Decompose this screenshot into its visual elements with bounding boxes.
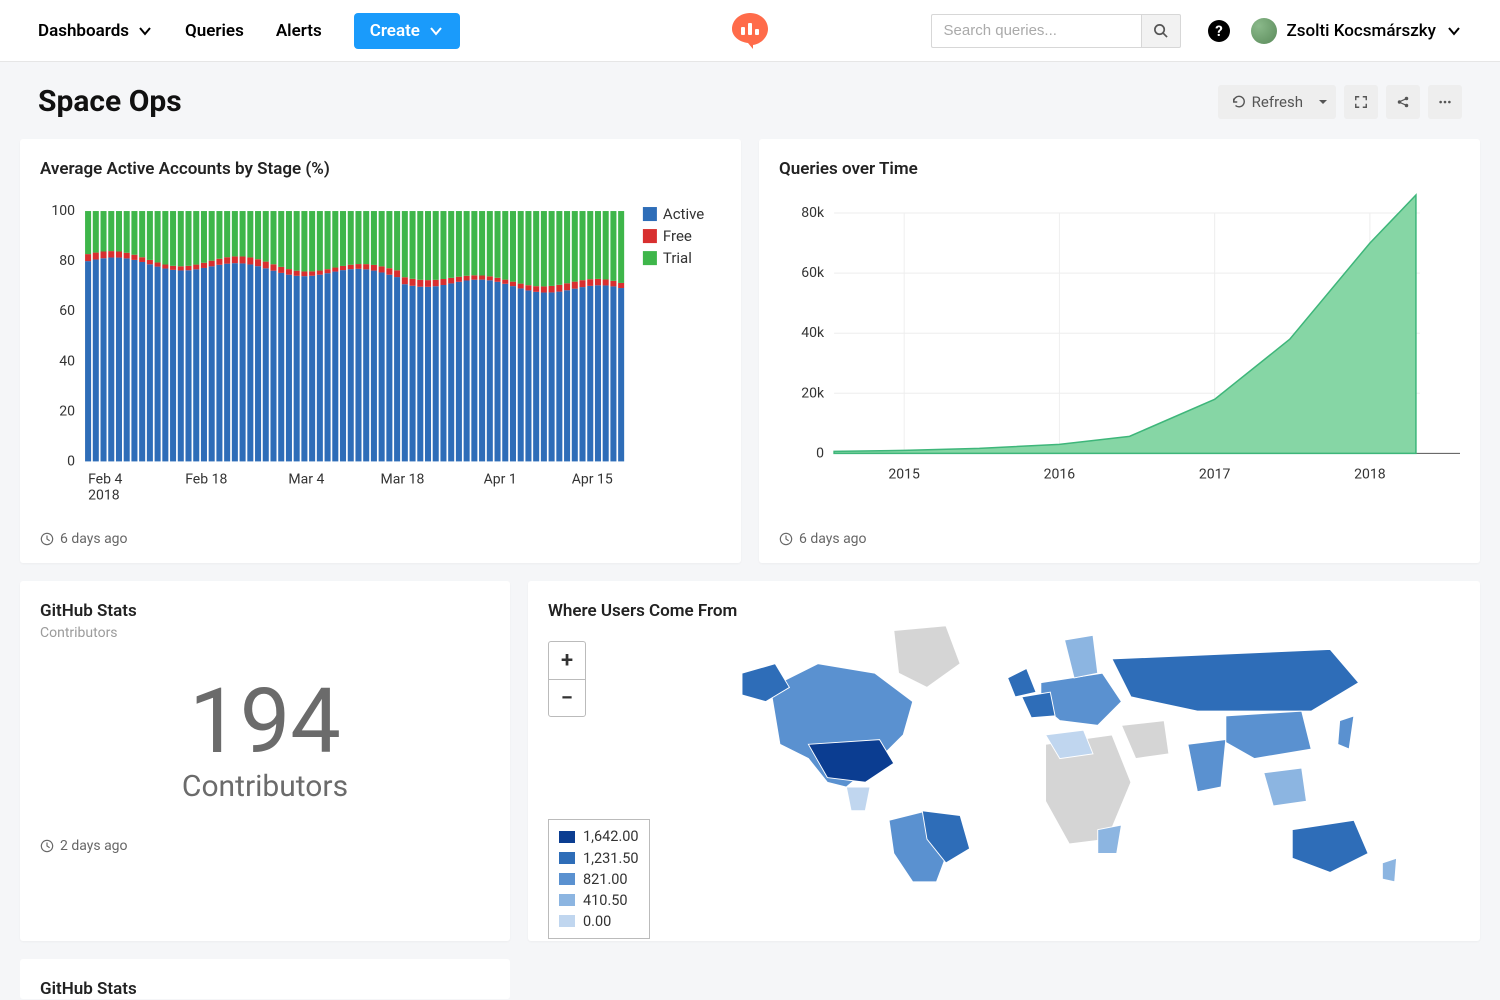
card-stacked-accounts: Average Active Accounts by Stage (%) 100… xyxy=(20,139,741,563)
legend-free: Free xyxy=(663,227,692,245)
card-title: Average Active Accounts by Stage (%) xyxy=(40,159,721,179)
chevron-down-icon xyxy=(1446,23,1462,39)
refresh-label: Refresh xyxy=(1252,93,1303,111)
svg-text:80k: 80k xyxy=(801,205,825,221)
clock-icon xyxy=(40,532,54,546)
nav-alerts[interactable]: Alerts xyxy=(276,21,322,41)
svg-text:Feb 4: Feb 4 xyxy=(88,471,122,487)
fullscreen-icon xyxy=(1354,95,1368,109)
legend-row: 1,231.50 xyxy=(559,848,639,869)
counter-widget: 194 Contributors xyxy=(40,641,490,820)
create-button-label: Create xyxy=(370,21,420,41)
share-icon xyxy=(1396,95,1410,109)
svg-text:100: 100 xyxy=(51,203,75,219)
svg-text:20: 20 xyxy=(59,403,75,419)
svg-text:80: 80 xyxy=(59,253,75,269)
title-actions: Refresh xyxy=(1218,85,1462,119)
card-github-stats-2: GitHub Stats xyxy=(20,959,510,999)
refresh-icon xyxy=(1232,95,1246,109)
svg-text:2015: 2015 xyxy=(888,466,920,482)
redash-logo-icon xyxy=(730,11,770,51)
zoom-in-button[interactable]: + xyxy=(548,641,586,679)
card-footer: 2 days ago xyxy=(40,838,490,854)
row2: GitHub Stats Contributors 194 Contributo… xyxy=(0,581,1500,941)
row1: Average Active Accounts by Stage (%) 100… xyxy=(0,139,1500,563)
svg-text:60: 60 xyxy=(59,303,75,319)
svg-text:Feb 18: Feb 18 xyxy=(185,471,227,487)
zoom-out-button[interactable]: − xyxy=(548,679,586,717)
svg-text:?: ? xyxy=(1215,22,1222,40)
card-title: Where Users Come From xyxy=(548,601,1460,621)
page-title: Space Ops xyxy=(38,84,182,119)
counter-label: Contributors xyxy=(40,769,490,804)
search-button[interactable] xyxy=(1141,14,1181,48)
share-button[interactable] xyxy=(1386,85,1420,119)
card-title: Queries over Time xyxy=(779,159,1460,179)
refresh-button[interactable]: Refresh xyxy=(1218,85,1318,119)
nav-alerts-label: Alerts xyxy=(276,21,322,41)
svg-text:60k: 60k xyxy=(801,265,825,281)
refresh-dropdown[interactable] xyxy=(1310,85,1336,119)
legend-row: 0.00 xyxy=(559,911,639,932)
card-title: GitHub Stats xyxy=(40,601,490,621)
card-user-map: Where Users Come From + − 1,642.00 1,231… xyxy=(528,581,1480,941)
world-map[interactable] xyxy=(723,621,1463,887)
clock-icon xyxy=(40,839,54,853)
updated-label: 6 days ago xyxy=(799,531,867,547)
fullscreen-button[interactable] xyxy=(1344,85,1378,119)
svg-text:Mar 4: Mar 4 xyxy=(288,471,324,487)
card-footer: 6 days ago xyxy=(779,531,1460,547)
card-queries-over-time: Queries over Time 80k 60k 40k 20k 0 2015… xyxy=(759,139,1480,563)
svg-text:40k: 40k xyxy=(801,325,825,341)
svg-text:2018: 2018 xyxy=(88,487,120,503)
counter-value: 194 xyxy=(40,677,490,767)
updated-label: 2 days ago xyxy=(60,838,128,854)
header-right: ? Zsolti Kocsmárszky xyxy=(931,14,1462,48)
chevron-down-icon xyxy=(428,23,444,39)
svg-text:2018: 2018 xyxy=(1354,466,1386,482)
legend-row: 821.00 xyxy=(559,869,639,890)
stacked-bar-chart[interactable]: 100 80 60 40 20 0 Feb 4 2018 Feb 18 Mar … xyxy=(40,183,721,513)
nav-queries[interactable]: Queries xyxy=(185,21,244,41)
main-header: Dashboards Queries Alerts Create ? Zsolt… xyxy=(0,0,1500,62)
card-title: GitHub Stats xyxy=(40,979,490,999)
user-menu[interactable]: Zsolti Kocsmárszky xyxy=(1251,18,1462,44)
legend-row: 1,642.00 xyxy=(559,826,639,847)
svg-text:2017: 2017 xyxy=(1199,466,1231,482)
user-name: Zsolti Kocsmárszky xyxy=(1287,21,1436,41)
search-input[interactable] xyxy=(931,14,1141,48)
svg-text:0: 0 xyxy=(67,453,75,469)
chevron-down-icon xyxy=(137,23,153,39)
more-button[interactable] xyxy=(1428,85,1462,119)
svg-text:Apr 15: Apr 15 xyxy=(572,471,613,487)
card-subtitle: Contributors xyxy=(40,625,490,641)
card-footer: 6 days ago xyxy=(40,531,721,547)
avatar-icon xyxy=(1251,18,1277,44)
nav-dashboards-label: Dashboards xyxy=(38,21,129,41)
nav-queries-label: Queries xyxy=(185,21,244,41)
more-icon xyxy=(1438,95,1452,109)
card-github-stats: GitHub Stats Contributors 194 Contributo… xyxy=(20,581,510,941)
svg-text:40: 40 xyxy=(59,353,75,369)
help-icon[interactable]: ? xyxy=(1207,19,1231,43)
search-wrap xyxy=(931,14,1181,48)
updated-label: 6 days ago xyxy=(60,531,128,547)
svg-text:0: 0 xyxy=(816,445,824,461)
area-chart[interactable]: 80k 60k 40k 20k 0 2015 2016 2017 2018 xyxy=(779,183,1460,513)
caret-down-icon xyxy=(1318,97,1328,107)
svg-text:Apr 1: Apr 1 xyxy=(484,471,517,487)
legend-active: Active xyxy=(663,205,704,223)
legend-trial: Trial xyxy=(663,249,692,267)
search-icon xyxy=(1153,23,1168,38)
clock-icon xyxy=(779,532,793,546)
create-button[interactable]: Create xyxy=(354,13,460,49)
map-legend: 1,642.00 1,231.50 821.00 410.50 0.00 xyxy=(548,819,650,938)
svg-text:2016: 2016 xyxy=(1044,466,1076,482)
title-row: Space Ops Refresh xyxy=(0,62,1500,139)
legend-row: 410.50 xyxy=(559,890,639,911)
svg-text:20k: 20k xyxy=(801,385,825,401)
nav-dashboards[interactable]: Dashboards xyxy=(38,21,153,41)
map-zoom-controls: + − xyxy=(548,641,586,717)
svg-text:Mar 18: Mar 18 xyxy=(381,471,425,487)
